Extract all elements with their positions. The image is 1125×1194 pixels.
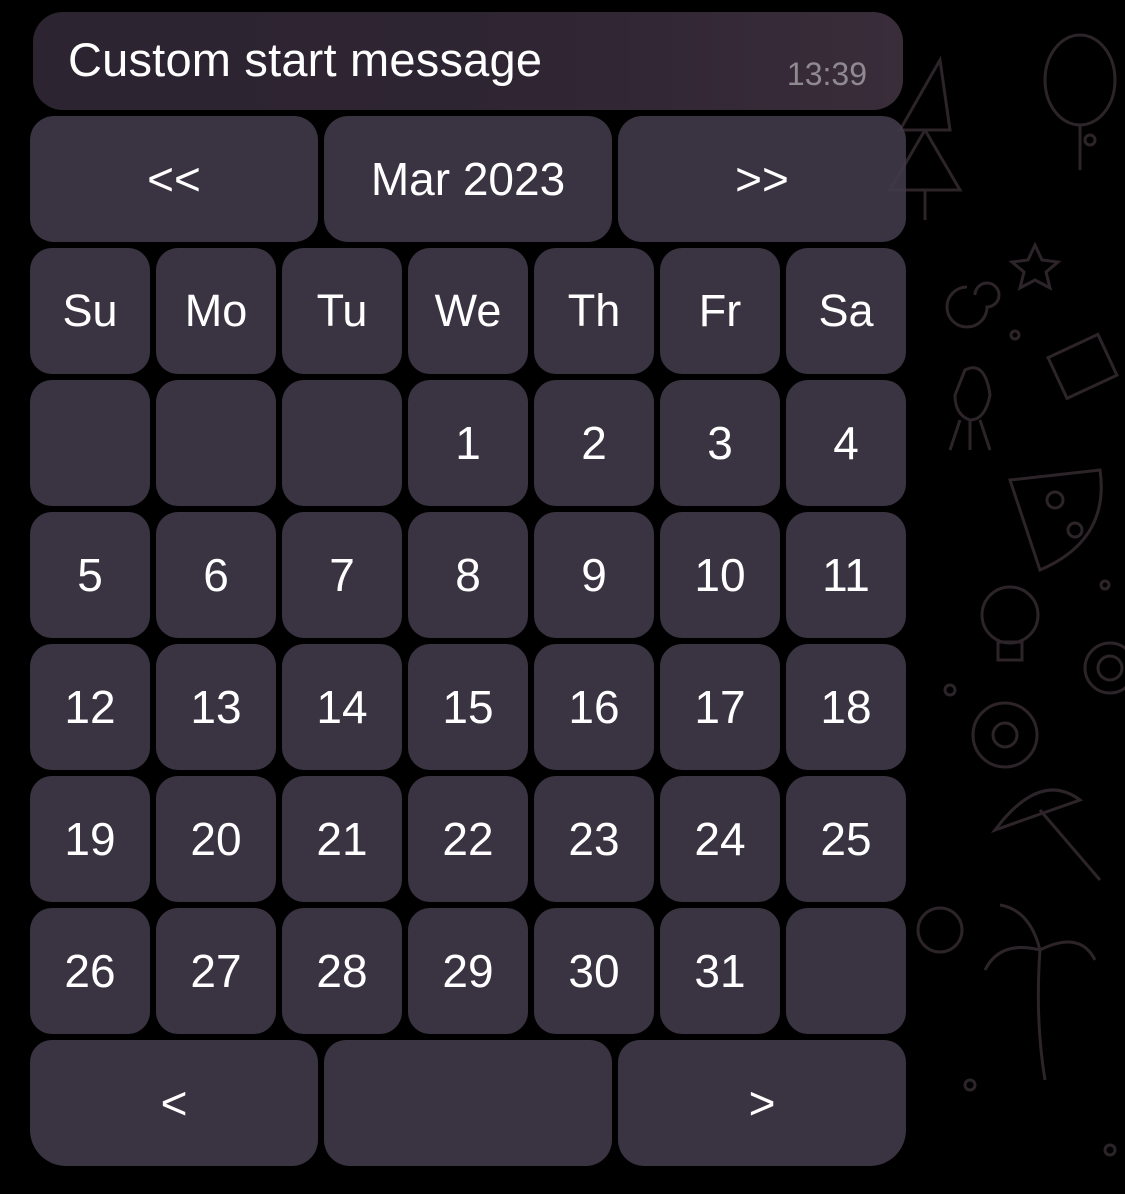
doodle-bulb-icon (980, 585, 1040, 662)
weekday-saturday[interactable]: Sa (786, 248, 906, 374)
doodle-dot (943, 683, 957, 697)
doodle-dot (963, 1078, 977, 1092)
calendar-nav-row: << Mar 2023 >> (30, 116, 906, 242)
weekday-monday[interactable]: Mo (156, 248, 276, 374)
next-year-button[interactable]: >> (618, 116, 906, 242)
weekday-friday[interactable]: Fr (660, 248, 780, 374)
day-button[interactable]: 28 (282, 908, 402, 1034)
doodle-dot (1083, 133, 1097, 147)
day-button[interactable]: 23 (534, 776, 654, 902)
day-button[interactable]: 4 (786, 380, 906, 506)
day-button[interactable]: 6 (156, 512, 276, 638)
calendar-week-row: 12 13 14 15 16 17 18 (30, 644, 906, 770)
inline-calendar-keyboard: << Mar 2023 >> Su Mo Tu We Th Fr Sa 1 2 … (30, 116, 906, 1166)
doodle-box-icon (1046, 332, 1119, 401)
doodle-star-icon (1008, 241, 1062, 291)
day-button[interactable]: 20 (156, 776, 276, 902)
weekday-thursday[interactable]: Th (534, 248, 654, 374)
doodle-dot (1009, 329, 1021, 341)
doodle-spiral-icon (945, 281, 1001, 329)
day-button[interactable]: 15 (408, 644, 528, 770)
day-button[interactable]: 29 (408, 908, 528, 1034)
doodle-balloon-icon (1043, 33, 1117, 170)
day-button[interactable]: 16 (534, 644, 654, 770)
day-button[interactable]: 14 (282, 644, 402, 770)
calendar-week-row: 19 20 21 22 23 24 25 (30, 776, 906, 902)
day-button[interactable]: 17 (660, 644, 780, 770)
day-button[interactable]: 3 (660, 380, 780, 506)
message-text: Custom start message (68, 33, 543, 86)
prev-year-button[interactable]: << (30, 116, 318, 242)
day-button[interactable]: 10 (660, 512, 780, 638)
doodle-palm-icon (983, 903, 1097, 1081)
message-timestamp: 13:39 (786, 56, 867, 92)
doodle-squid-icon (948, 366, 992, 451)
day-button-empty[interactable] (282, 380, 402, 506)
day-button[interactable]: 1 (408, 380, 528, 506)
day-button[interactable]: 12 (30, 644, 150, 770)
doodle-target-icon (1083, 641, 1125, 695)
doodle-apple-icon (916, 906, 964, 954)
weekday-header-row: Su Mo Tu We Th Fr Sa (30, 248, 906, 374)
day-button-empty[interactable] (156, 380, 276, 506)
prev-month-button[interactable]: < (30, 1040, 318, 1166)
weekday-tuesday[interactable]: Tu (282, 248, 402, 374)
calendar-week-row: 26 27 28 29 30 31 (30, 908, 906, 1034)
message-bubble: Custom start message 13:39 (33, 12, 903, 110)
weekday-wednesday[interactable]: We (408, 248, 528, 374)
doodle-dot (1099, 579, 1111, 591)
doodle-ball-icon (971, 701, 1039, 769)
day-button-empty[interactable] (30, 380, 150, 506)
day-button[interactable]: 18 (786, 644, 906, 770)
doodle-dot (1103, 1143, 1117, 1157)
day-button[interactable]: 24 (660, 776, 780, 902)
day-button[interactable]: 27 (156, 908, 276, 1034)
footer-middle-button[interactable] (324, 1040, 612, 1166)
day-button[interactable]: 5 (30, 512, 150, 638)
day-button[interactable]: 22 (408, 776, 528, 902)
next-month-button[interactable]: > (618, 1040, 906, 1166)
day-button[interactable]: 26 (30, 908, 150, 1034)
day-button[interactable]: 21 (282, 776, 402, 902)
day-button-empty[interactable] (786, 908, 906, 1034)
calendar-footer-row: < > (30, 1040, 906, 1166)
day-button[interactable]: 8 (408, 512, 528, 638)
chat-message-container: Custom start message 13:39 << Mar 2023 >… (30, 12, 906, 1166)
doodle-umbrella-icon (990, 788, 1102, 881)
weekday-sunday[interactable]: Su (30, 248, 150, 374)
day-button[interactable]: 25 (786, 776, 906, 902)
day-button[interactable]: 31 (660, 908, 780, 1034)
day-button[interactable]: 13 (156, 644, 276, 770)
day-button[interactable]: 11 (786, 512, 906, 638)
calendar-week-row: 1 2 3 4 (30, 380, 906, 506)
day-button[interactable]: 19 (30, 776, 150, 902)
calendar-week-row: 5 6 7 8 9 10 11 (30, 512, 906, 638)
day-button[interactable]: 30 (534, 908, 654, 1034)
day-button[interactable]: 9 (534, 512, 654, 638)
day-button[interactable]: 7 (282, 512, 402, 638)
doodle-pizza-icon (1007, 468, 1103, 573)
day-button[interactable]: 2 (534, 380, 654, 506)
month-year-button[interactable]: Mar 2023 (324, 116, 612, 242)
